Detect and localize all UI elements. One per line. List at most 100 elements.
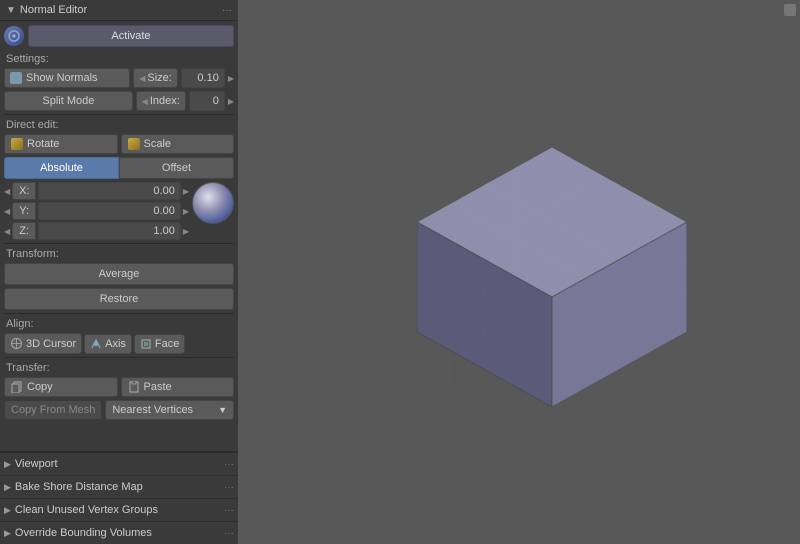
- panel-title: Normal Editor: [20, 4, 218, 16]
- viewport-triangle: ▶: [4, 459, 11, 470]
- viewport-panel[interactable]: [238, 0, 800, 544]
- override-triangle: ▶: [4, 528, 11, 539]
- paste-button[interactable]: Paste: [121, 377, 235, 397]
- divider-3: [4, 313, 234, 314]
- z-arrow-left: ◀: [4, 227, 10, 236]
- scale-icon: [128, 138, 140, 150]
- divider-1: [4, 114, 234, 115]
- show-normals-row: Show Normals ◀ Size: 0.10 ▶: [4, 68, 234, 88]
- size-arrow-left: ◀: [139, 74, 145, 83]
- clean-unused-triangle: ▶: [4, 505, 11, 516]
- panel-body: Activate Settings: Show Normals ◀ Size: …: [0, 21, 238, 451]
- sphere-preview: [192, 182, 234, 224]
- clean-unused-label-container: ▶ Clean Unused Vertex Groups: [4, 504, 158, 516]
- settings-label: Settings:: [6, 53, 232, 65]
- x-label[interactable]: X:: [12, 182, 36, 200]
- xyz-fields: ◀ X: 0.00 ▶ ◀ Y: 0.00 ▶ ◀ Z: 1.00 ▶: [4, 182, 189, 240]
- copy-icon: [11, 381, 23, 393]
- size-arrow-right: ▶: [228, 74, 234, 83]
- rotate-icon: [11, 138, 23, 150]
- panel-dots: ···: [222, 5, 232, 16]
- cube-svg: [387, 117, 717, 437]
- average-row: Average: [4, 263, 234, 285]
- copy-mesh-row: Copy From Mesh Nearest Vertices ▼: [4, 400, 234, 420]
- align-label: Align:: [6, 318, 232, 330]
- align-row: 3D Cursor Axis Face: [4, 333, 234, 354]
- bake-shore-label-container: ▶ Bake Shore Distance Map: [4, 481, 143, 493]
- index-label-btn[interactable]: ◀ Index:: [136, 91, 186, 111]
- paste-icon: [128, 381, 140, 393]
- override-bounding-section[interactable]: ▶ Override Bounding Volumes ···: [0, 521, 238, 544]
- viewport-section[interactable]: ▶ Viewport ···: [0, 452, 238, 475]
- restore-row: Restore: [4, 288, 234, 310]
- rotate-button[interactable]: Rotate: [4, 134, 118, 154]
- y-value[interactable]: 0.00: [38, 202, 181, 220]
- copy-paste-row: Copy Paste: [4, 377, 234, 397]
- average-button[interactable]: Average: [4, 263, 234, 285]
- clean-unused-dots: ···: [224, 505, 234, 516]
- x-value[interactable]: 0.00: [38, 182, 181, 200]
- axis-icon: [90, 338, 102, 350]
- tabs-row: Absolute Offset: [4, 157, 234, 179]
- activate-row: Activate: [4, 25, 234, 47]
- restore-button[interactable]: Restore: [4, 288, 234, 310]
- clean-unused-section[interactable]: ▶ Clean Unused Vertex Groups ···: [0, 498, 238, 521]
- viewport-label: Viewport: [15, 458, 58, 470]
- index-arrow-right: ▶: [228, 97, 234, 106]
- xyz-section: ◀ X: 0.00 ▶ ◀ Y: 0.00 ▶ ◀ Z: 1.00 ▶: [4, 182, 234, 240]
- nearest-vertices-button[interactable]: Nearest Vertices ▼: [105, 400, 234, 420]
- viewport-label-container: ▶ Viewport: [4, 458, 58, 470]
- y-label[interactable]: Y:: [12, 202, 36, 220]
- left-panel: ▼ Normal Editor ··· Activate Settings: S…: [0, 0, 238, 544]
- bake-shore-section[interactable]: ▶ Bake Shore Distance Map ···: [0, 475, 238, 498]
- z-row: ◀ Z: 1.00 ▶: [4, 222, 189, 240]
- viewport-corner-widget[interactable]: [784, 4, 796, 16]
- divider-4: [4, 357, 234, 358]
- face-button[interactable]: Face: [134, 334, 185, 354]
- bake-shore-dots: ···: [224, 482, 234, 493]
- axis-button[interactable]: Axis: [84, 334, 132, 354]
- collapse-triangle[interactable]: ▼: [6, 5, 16, 16]
- y-arrow-right: ▶: [183, 207, 189, 216]
- 3d-cursor-button[interactable]: 3D Cursor: [4, 333, 82, 354]
- override-bounding-label-container: ▶ Override Bounding Volumes: [4, 527, 152, 539]
- tab-absolute[interactable]: Absolute: [4, 157, 119, 179]
- divider-2: [4, 243, 234, 244]
- size-label-btn[interactable]: ◀ Size:: [133, 68, 178, 88]
- activate-button[interactable]: Activate: [28, 25, 234, 47]
- activate-icon: [4, 26, 24, 46]
- split-mode-button[interactable]: Split Mode: [4, 91, 133, 111]
- copy-button[interactable]: Copy: [4, 377, 118, 397]
- override-dots: ···: [224, 528, 234, 539]
- z-label[interactable]: Z:: [12, 222, 36, 240]
- transfer-label: Transfer:: [6, 362, 232, 374]
- z-value[interactable]: 1.00: [38, 222, 181, 240]
- scale-button[interactable]: Scale: [121, 134, 235, 154]
- z-arrow-right: ▶: [183, 227, 189, 236]
- normals-icon: [10, 72, 22, 84]
- face-icon: [140, 338, 152, 350]
- size-value[interactable]: 0.10: [181, 68, 225, 88]
- show-normals-button[interactable]: Show Normals: [4, 68, 130, 88]
- copy-from-mesh-button: Copy From Mesh: [4, 400, 102, 420]
- direct-edit-label: Direct edit:: [6, 119, 232, 131]
- bake-shore-triangle: ▶: [4, 482, 11, 493]
- y-row: ◀ Y: 0.00 ▶: [4, 202, 189, 220]
- clean-unused-label: Clean Unused Vertex Groups: [15, 504, 158, 516]
- tab-offset[interactable]: Offset: [119, 157, 234, 179]
- nearest-chevron: ▼: [218, 405, 227, 415]
- y-arrow-left: ◀: [4, 207, 10, 216]
- cube-container: [387, 117, 717, 440]
- cursor-icon: [10, 337, 23, 350]
- transform-label: Transform:: [6, 248, 232, 260]
- bake-shore-label: Bake Shore Distance Map: [15, 481, 143, 493]
- x-row: ◀ X: 0.00 ▶: [4, 182, 189, 200]
- x-arrow-left: ◀: [4, 187, 10, 196]
- panel-header: ▼ Normal Editor ···: [0, 0, 238, 21]
- x-arrow-right: ▶: [183, 187, 189, 196]
- rotate-scale-row: Rotate Scale: [4, 134, 234, 154]
- viewport-background: [238, 0, 800, 544]
- viewport-dots: ···: [224, 459, 234, 470]
- override-bounding-label: Override Bounding Volumes: [15, 527, 152, 539]
- index-value[interactable]: 0: [189, 91, 225, 111]
